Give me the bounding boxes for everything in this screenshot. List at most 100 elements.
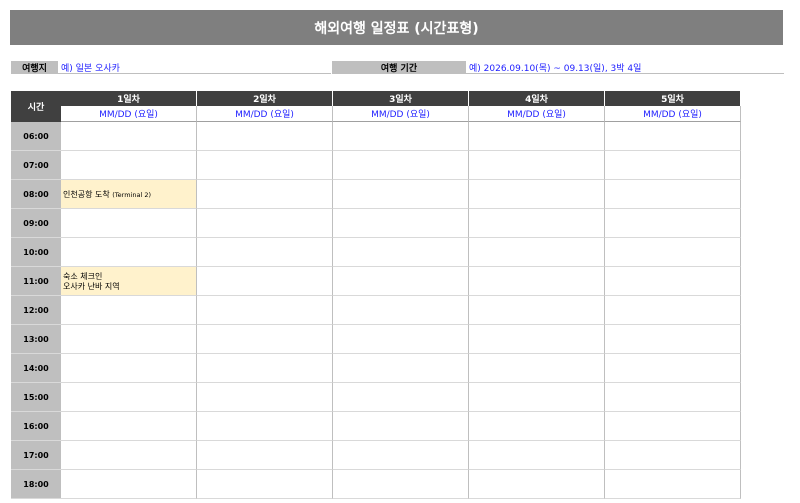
time-label: 15:00 bbox=[11, 383, 61, 412]
schedule-cell[interactable] bbox=[605, 122, 741, 151]
schedule-cell[interactable] bbox=[605, 238, 741, 267]
schedule-cell[interactable] bbox=[469, 441, 605, 470]
destination-label: 여행지 bbox=[11, 61, 58, 74]
schedule-cell[interactable] bbox=[61, 151, 197, 180]
day-header-1: 1일차 bbox=[61, 91, 197, 106]
schedule-cell[interactable] bbox=[469, 470, 605, 499]
schedule-cell[interactable] bbox=[333, 151, 469, 180]
schedule-cell[interactable] bbox=[333, 180, 469, 209]
time-label: 07:00 bbox=[11, 151, 61, 180]
schedule-cell[interactable] bbox=[333, 412, 469, 441]
day-date-4[interactable]: MM/DD (요일) bbox=[469, 106, 605, 122]
schedule-cell[interactable] bbox=[469, 180, 605, 209]
schedule-cell[interactable] bbox=[333, 325, 469, 354]
period-label: 여행 기간 bbox=[332, 61, 466, 74]
event-cell-hotel-checkin[interactable]: 숙소 체크인 오사카 난바 지역 bbox=[61, 267, 197, 296]
time-label: 18:00 bbox=[11, 470, 61, 499]
schedule-cell[interactable] bbox=[61, 209, 197, 238]
time-label: 16:00 bbox=[11, 412, 61, 441]
schedule-cell[interactable] bbox=[197, 383, 333, 412]
schedule-cell[interactable] bbox=[469, 209, 605, 238]
destination-row: 여행지 예) 일본 오사카 bbox=[11, 61, 331, 74]
time-label: 12:00 bbox=[11, 296, 61, 325]
schedule-cell[interactable] bbox=[197, 151, 333, 180]
event-line-2: 오사카 난바 지역 bbox=[63, 282, 120, 291]
day-date-3[interactable]: MM/DD (요일) bbox=[333, 106, 469, 122]
day-header-5: 5일차 bbox=[605, 91, 741, 106]
schedule-cell[interactable] bbox=[333, 122, 469, 151]
time-label: 06:00 bbox=[11, 122, 61, 151]
event-main-text: 인천공항 도착 bbox=[63, 190, 110, 199]
schedule-cell[interactable] bbox=[333, 470, 469, 499]
day-header-3: 3일차 bbox=[333, 91, 469, 106]
schedule-cell[interactable] bbox=[469, 267, 605, 296]
schedule-cell[interactable] bbox=[605, 296, 741, 325]
schedule-cell[interactable] bbox=[197, 209, 333, 238]
schedule-cell[interactable] bbox=[469, 238, 605, 267]
schedule-cell[interactable] bbox=[605, 470, 741, 499]
schedule-cell[interactable] bbox=[333, 354, 469, 383]
event-sub-text: (Terminal 2) bbox=[112, 191, 151, 199]
schedule-cell[interactable] bbox=[333, 441, 469, 470]
schedule-cell[interactable] bbox=[61, 325, 197, 354]
schedule-cell[interactable] bbox=[61, 354, 197, 383]
schedule-cell[interactable] bbox=[197, 470, 333, 499]
schedule-cell[interactable] bbox=[469, 383, 605, 412]
time-column-header: 시간 bbox=[11, 91, 61, 122]
schedule-cell[interactable] bbox=[605, 180, 741, 209]
schedule-cell[interactable] bbox=[61, 441, 197, 470]
event-line-1: 숙소 체크인 bbox=[63, 272, 103, 281]
event-cell-airport-arrival[interactable]: 인천공항 도착 (Terminal 2) bbox=[61, 180, 197, 209]
schedule-cell[interactable] bbox=[61, 238, 197, 267]
day-date-1[interactable]: MM/DD (요일) bbox=[61, 106, 197, 122]
page-title: 해외여행 일정표 (시간표형) bbox=[10, 10, 783, 45]
schedule-cell[interactable] bbox=[605, 441, 741, 470]
schedule-cell[interactable] bbox=[469, 122, 605, 151]
schedule-cell[interactable] bbox=[469, 151, 605, 180]
schedule-cell[interactable] bbox=[605, 151, 741, 180]
schedule-cell[interactable] bbox=[197, 325, 333, 354]
period-row: 여행 기간 예) 2026.09.10(목) ~ 09.13(일), 3박 4일 bbox=[332, 61, 784, 74]
schedule-cell[interactable] bbox=[605, 383, 741, 412]
period-field[interactable]: 예) 2026.09.10(목) ~ 09.13(일), 3박 4일 bbox=[466, 61, 784, 74]
schedule-cell[interactable] bbox=[605, 325, 741, 354]
schedule-cell[interactable] bbox=[197, 441, 333, 470]
schedule-cell[interactable] bbox=[333, 383, 469, 412]
event-text: 인천공항 도착 (Terminal 2) bbox=[63, 190, 194, 200]
day-date-5[interactable]: MM/DD (요일) bbox=[605, 106, 741, 122]
schedule-cell[interactable] bbox=[197, 122, 333, 151]
schedule-cell[interactable] bbox=[469, 296, 605, 325]
schedule-cell[interactable] bbox=[197, 412, 333, 441]
schedule-cell[interactable] bbox=[333, 238, 469, 267]
schedule-cell[interactable] bbox=[605, 209, 741, 238]
day-header-4: 4일차 bbox=[469, 91, 605, 106]
schedule-cell[interactable] bbox=[61, 122, 197, 151]
schedule-cell[interactable] bbox=[333, 296, 469, 325]
schedule-cell[interactable] bbox=[469, 354, 605, 383]
time-label: 14:00 bbox=[11, 354, 61, 383]
schedule-cell[interactable] bbox=[61, 383, 197, 412]
day-header-2: 2일차 bbox=[197, 91, 333, 106]
schedule-cell[interactable] bbox=[197, 267, 333, 296]
schedule-cell[interactable] bbox=[333, 209, 469, 238]
schedule-cell[interactable] bbox=[605, 354, 741, 383]
day-date-2[interactable]: MM/DD (요일) bbox=[197, 106, 333, 122]
schedule-cell[interactable] bbox=[197, 296, 333, 325]
schedule-cell[interactable] bbox=[61, 412, 197, 441]
time-label: 11:00 bbox=[11, 267, 61, 296]
time-label: 08:00 bbox=[11, 180, 61, 209]
time-label: 17:00 bbox=[11, 441, 61, 470]
schedule-cell[interactable] bbox=[605, 267, 741, 296]
schedule-cell[interactable] bbox=[197, 354, 333, 383]
schedule-cell[interactable] bbox=[605, 412, 741, 441]
schedule-cell[interactable] bbox=[469, 325, 605, 354]
schedule-cell[interactable] bbox=[333, 267, 469, 296]
schedule-cell[interactable] bbox=[61, 470, 197, 499]
schedule-cell[interactable] bbox=[61, 296, 197, 325]
schedule-cell[interactable] bbox=[197, 238, 333, 267]
schedule-cell[interactable] bbox=[469, 412, 605, 441]
schedule-cell[interactable] bbox=[197, 180, 333, 209]
destination-field[interactable]: 예) 일본 오사카 bbox=[58, 61, 331, 74]
time-label: 09:00 bbox=[11, 209, 61, 238]
time-label: 13:00 bbox=[11, 325, 61, 354]
